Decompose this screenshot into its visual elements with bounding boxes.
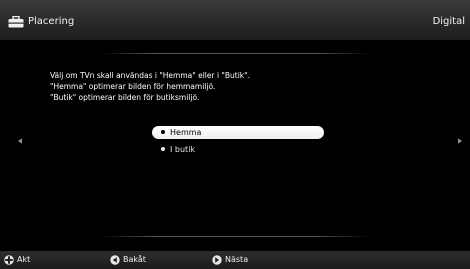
dpad-icon — [4, 255, 14, 265]
option-label: Hemma — [170, 128, 202, 137]
page-title: Placering — [28, 16, 75, 27]
bullet-icon — [161, 147, 165, 151]
divider-top — [100, 53, 370, 54]
option-hemma[interactable]: Hemma — [152, 126, 324, 139]
header-bar: Placering Digital — [0, 0, 470, 40]
right-arrow-icon[interactable] — [457, 138, 463, 144]
tv-settings-screen: Placering Digital Välj om TVn skall anvä… — [0, 0, 470, 269]
act-label: Akt — [17, 255, 31, 264]
description-line: "Hemma" optimerar bilden för hemmamiljö. — [50, 82, 216, 91]
next-arrow-icon — [212, 255, 222, 265]
back-button[interactable]: Bakåt — [110, 254, 160, 266]
description-line: "Butik" optimerar bilden för butiksmiljö… — [50, 93, 200, 102]
option-i-butik[interactable]: I butik — [152, 143, 324, 156]
next-button[interactable]: Nästa — [212, 254, 262, 266]
content-area: Välj om TVn skall användas i "Hemma" ell… — [0, 40, 470, 251]
description-line: Välj om TVn skall användas i "Hemma" ell… — [50, 71, 250, 80]
act-button[interactable]: Akt — [4, 254, 44, 266]
next-label: Nästa — [225, 255, 249, 264]
description-text: Välj om TVn skall användas i "Hemma" ell… — [50, 70, 430, 103]
footer-bar: Akt Bakåt Nästa — [0, 251, 470, 269]
input-source-label: Digital — [432, 16, 465, 27]
briefcase-icon — [8, 16, 24, 28]
back-arrow-icon — [110, 255, 120, 265]
location-options-list: Hemma I butik — [152, 126, 324, 160]
left-arrow-icon[interactable] — [17, 138, 23, 144]
bullet-icon — [161, 130, 165, 134]
divider-bottom — [100, 236, 370, 237]
back-label: Bakåt — [123, 255, 146, 264]
option-label: I butik — [170, 145, 196, 154]
